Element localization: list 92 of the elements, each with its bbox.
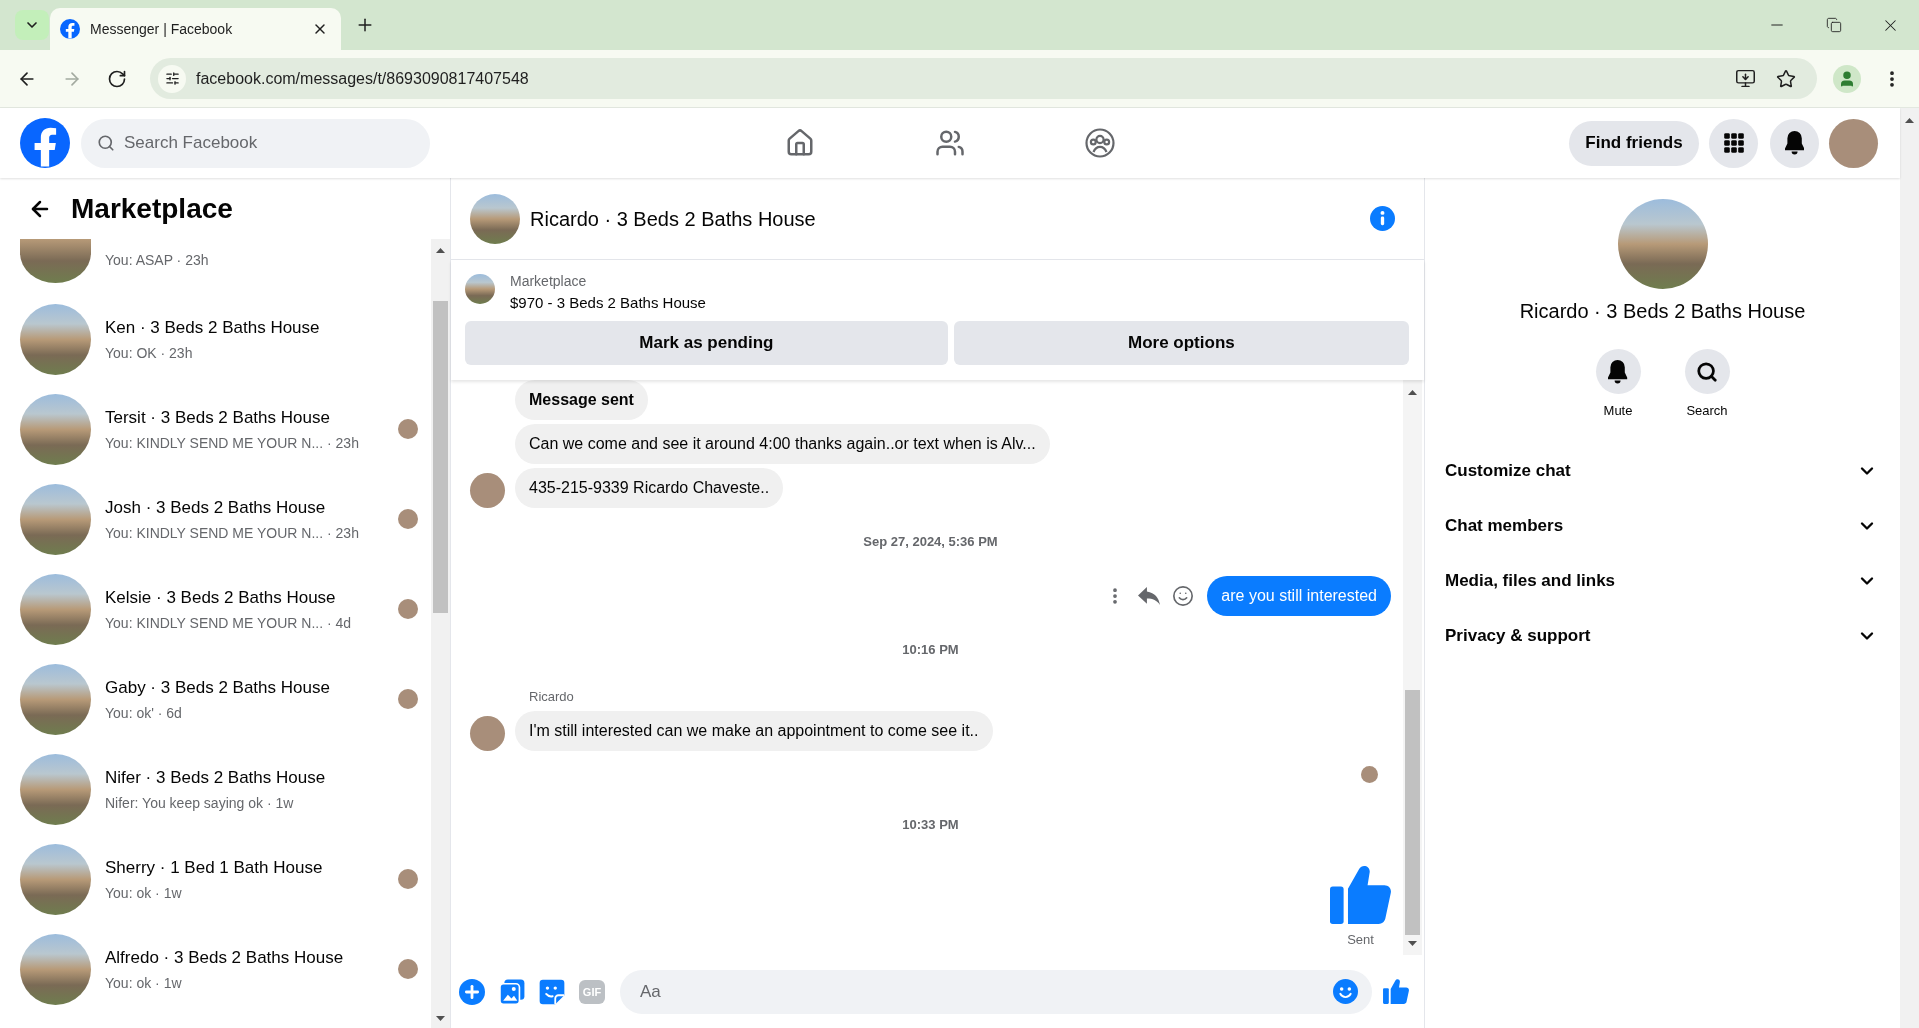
- message-preview: You: ok' · 6d: [105, 704, 183, 722]
- emoji-icon[interactable]: [1333, 979, 1358, 1004]
- section-toggle[interactable]: Customize chat: [1425, 443, 1900, 498]
- plus-icon[interactable]: [459, 978, 485, 1005]
- sidebar-title: Marketplace: [71, 191, 233, 226]
- message-bubble: Message sent: [515, 380, 648, 420]
- message-preview: You: OK · 23h: [105, 344, 194, 362]
- person-icon: [1838, 69, 1856, 88]
- thumbs-up-icon[interactable]: [1383, 979, 1409, 1004]
- conversation-name[interactable]: Nifer · 3 Beds 2 Baths House: [105, 766, 418, 789]
- address-bar[interactable]: facebook.com/messages/t/8693090817407548: [150, 58, 1817, 99]
- restore-icon[interactable]: [1825, 17, 1842, 33]
- search-field[interactable]: Search Facebook: [81, 118, 430, 168]
- sliders-icon: [164, 71, 180, 86]
- photo-icon[interactable]: [499, 978, 525, 1005]
- listing-action-button[interactable]: More options: [953, 321, 1409, 365]
- bell-button[interactable]: [1595, 349, 1641, 394]
- listing-photo[interactable]: [20, 239, 91, 283]
- message-preview: You: KINDLY SEND ME YOUR N... · 23h: [105, 434, 360, 452]
- sticker-icon[interactable]: [539, 978, 565, 1005]
- install-icon[interactable]: [1735, 68, 1756, 89]
- seen-avatar: [1361, 766, 1378, 783]
- conversation-name[interactable]: Alfredo · 3 Beds 2 Baths House: [105, 946, 398, 969]
- timestamp: 10:16 PM: [902, 642, 959, 657]
- thumbs-up-icon: [1330, 864, 1391, 925]
- conversation-name[interactable]: Kelsie · 3 Beds 2 Baths House: [105, 586, 398, 609]
- listing-photo: [470, 193, 520, 244]
- star-icon[interactable]: [1776, 68, 1796, 89]
- down-arrow-icon[interactable]: [436, 1016, 445, 1021]
- grid-button[interactable]: [1709, 118, 1758, 168]
- scrollbar[interactable]: [1900, 108, 1919, 1028]
- logo-icon: [60, 19, 80, 39]
- scrollbar[interactable]: [431, 239, 450, 1028]
- up-arrow-icon[interactable]: [436, 248, 445, 253]
- action-label: Mute: [1603, 403, 1633, 419]
- section-toggle[interactable]: Media, files and links: [1425, 553, 1900, 608]
- listing-title: $970 - 3 Beds 2 Baths House: [510, 294, 706, 312]
- message-preview: You: ok · 1w: [105, 884, 183, 902]
- scrollbar[interactable]: [1403, 380, 1422, 955]
- timestamp: 10:33 PM: [902, 817, 959, 832]
- message-field[interactable]: Aa: [620, 969, 1372, 1014]
- sender-name: Ricardo: [529, 689, 574, 705]
- action-label: Search: [1686, 403, 1728, 419]
- section-toggle[interactable]: Privacy & support: [1425, 608, 1900, 663]
- chat-title: Ricardo · 3 Beds 2 Baths House: [530, 206, 817, 231]
- smile-icon[interactable]: [1172, 585, 1195, 607]
- message-preview: You: KINDLY SEND ME YOUR N... · 23h: [105, 524, 360, 542]
- conversation-title: Ricardo · 3 Beds 2 Baths House: [1518, 299, 1807, 323]
- reply-icon[interactable]: [1138, 587, 1161, 605]
- scrollbar-thumb[interactable]: [433, 301, 448, 613]
- find-friends-button[interactable]: Find friends: [1569, 120, 1699, 166]
- down-arrow-icon[interactable]: [1408, 941, 1417, 946]
- search-icon: [97, 134, 115, 152]
- up-arrow-icon[interactable]: [1408, 390, 1417, 395]
- conversation-name[interactable]: Sherry · 1 Bed 1 Bath House: [105, 856, 398, 879]
- scrollbar-thumb[interactable]: [1405, 690, 1420, 935]
- message-bubble: 435-215-9339 Ricardo Chaveste..: [515, 468, 784, 508]
- search-button[interactable]: [1684, 349, 1730, 394]
- conversation-name[interactable]: Tersit · 3 Beds 2 Baths House: [105, 406, 398, 429]
- conversation-name[interactable]: Gaby · 3 Beds 2 Baths House: [105, 676, 398, 699]
- message-preview: You: ASAP · 23h: [105, 252, 210, 269]
- section-toggle[interactable]: Chat members: [1425, 498, 1900, 553]
- message-preview: You: ok · 1w: [105, 974, 183, 992]
- info-icon[interactable]: [1370, 206, 1395, 231]
- close-icon[interactable]: [312, 21, 328, 37]
- bell-icon: [1784, 131, 1805, 155]
- conversation-name[interactable]: Josh · 3 Beds 2 Baths House: [105, 496, 398, 519]
- timestamp: Sep 27, 2024, 5:36 PM: [863, 534, 998, 549]
- message-bubble: are you still interested: [1207, 576, 1391, 616]
- home-icon[interactable]: [785, 128, 815, 158]
- message-preview: Nifer: You keep saying ok · 1w: [105, 794, 295, 812]
- profile-button[interactable]: [1833, 64, 1861, 93]
- message-preview: You: KINDLY SEND ME YOUR N... · 4d: [105, 614, 353, 632]
- listing-label: Marketplace: [510, 272, 588, 290]
- groups-icon[interactable]: [1085, 128, 1115, 158]
- friends-icon[interactable]: [935, 128, 965, 158]
- bell-icon: [1608, 359, 1628, 384]
- listing-action-button[interactable]: Mark as pending: [465, 321, 948, 365]
- avatar[interactable]: [1829, 118, 1878, 168]
- conversation-name[interactable]: Ken · 3 Beds 2 Baths House: [105, 316, 418, 339]
- reload-icon[interactable]: [107, 68, 127, 89]
- message-bubble: I'm still interested can we make an appointment to come see it..: [515, 711, 993, 751]
- message-status: Sent: [1347, 932, 1374, 948]
- search-icon: [1696, 360, 1718, 383]
- tab-search-button[interactable]: [15, 10, 49, 40]
- message-bubble: Can we come and see it around 4:00 thanks again..or text when is Alv...: [515, 424, 1050, 464]
- grid-icon: [1723, 133, 1744, 153]
- listing-photo: [465, 274, 495, 304]
- browser-tab[interactable]: Messenger | Facebook: [50, 8, 341, 50]
- logo-icon[interactable]: [20, 118, 70, 168]
- up-arrow-icon[interactable]: [1905, 118, 1914, 123]
- notifications-button[interactable]: [1770, 118, 1819, 168]
